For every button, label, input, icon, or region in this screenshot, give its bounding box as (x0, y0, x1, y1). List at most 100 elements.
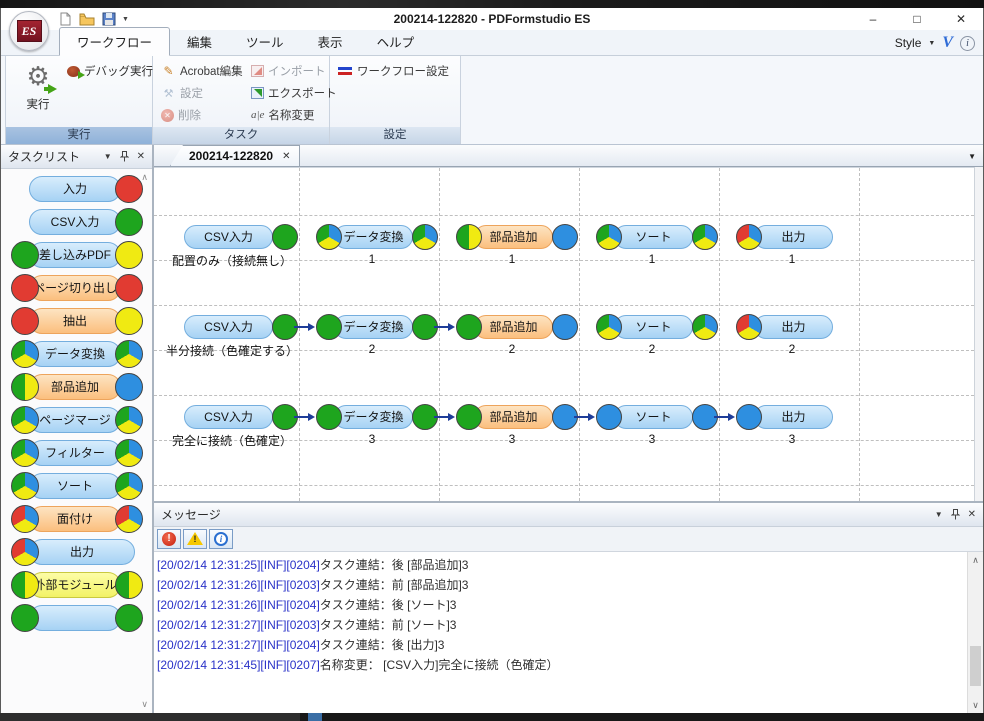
workflow-canvas[interactable]: CSV入力配置のみ（接続無し）データ変換1部品追加1ソート1出力1CSV入力半分… (154, 167, 974, 501)
ribbon-group-task-label: タスク (153, 127, 329, 144)
filter-errors-button[interactable]: ! (157, 529, 181, 549)
tasklist-panel: タスクリスト ▼ ✕ ∧ 入力 CSV入力差し込みPDF ページ切り出し抽出データ変… (1, 145, 154, 713)
style-dropdown-icon[interactable]: ▼ (928, 40, 935, 47)
message-panel: メッセージ ▼ ✕ ! ! i [20/02/14 12:31:25][INF (154, 503, 983, 713)
message-scrollbar[interactable]: ∧ ∨ (967, 552, 983, 713)
scroll-up-icon[interactable]: ∧ (141, 172, 148, 183)
scrollbar-thumb[interactable] (970, 646, 981, 686)
connector-circle (115, 307, 143, 335)
log-message: タスク連結：前 [部品追加]3 (320, 578, 469, 592)
ribbon-tab-1[interactable]: 編集 (170, 28, 229, 55)
connector-circle (115, 373, 143, 401)
workflow-node[interactable]: 出力2 (722, 314, 862, 360)
tasklist-item[interactable]: ページマージ (11, 407, 143, 433)
scroll-down-icon[interactable]: ∨ (141, 699, 148, 710)
tasklist-item[interactable]: 面付け (11, 506, 143, 532)
screen: ES ▼ 200214-122820 - PDFormstudio ES – □… (0, 0, 984, 721)
ribbon-tab-4[interactable]: ヘルプ (360, 28, 432, 55)
scroll-up-icon[interactable]: ∧ (968, 552, 983, 568)
panel-close-icon[interactable]: ✕ (968, 509, 976, 520)
node-sublabel: 2 (688, 342, 896, 356)
ribbon-tab-3[interactable]: 表示 (301, 28, 360, 55)
maximize-button[interactable]: □ (895, 8, 939, 30)
pin-icon[interactable] (120, 151, 129, 162)
rename-icon: a|e (251, 108, 264, 122)
rename-button[interactable]: a|e 名称変更 (251, 107, 331, 123)
log-timestamp: [20/02/14 12:31:26][INF][0203] (157, 578, 320, 592)
tasklist-item[interactable]: データ変換 (11, 341, 143, 367)
panel-dropdown-icon[interactable]: ▼ (104, 152, 112, 161)
minimize-button[interactable]: – (851, 8, 895, 30)
pin-icon[interactable] (951, 509, 960, 520)
tasklist-item[interactable] (11, 605, 143, 631)
export-button[interactable]: エクスポート (251, 85, 331, 101)
tasklist-item[interactable]: CSV入力 (11, 209, 143, 235)
workflow-node[interactable]: 出力1 (722, 224, 862, 270)
tab-close-icon[interactable]: ✕ (282, 151, 290, 162)
ribbon-group-run: ⚙ 実行 デバッグ実行 実行 (5, 56, 153, 144)
connector-arrow (574, 416, 593, 418)
tasklist-item[interactable]: 入力 (11, 176, 143, 202)
import-icon (251, 65, 264, 77)
ribbon: ⚙ 実行 デバッグ実行 実行 ✎ Acrobat編集 (1, 56, 983, 145)
delete-button[interactable]: ✕ 削除 (161, 107, 251, 123)
import-button[interactable]: インポート (251, 63, 331, 79)
ribbon-tab-2[interactable]: ツール (229, 28, 301, 55)
connector-circle (11, 472, 39, 500)
acrobat-edit-button[interactable]: ✎ Acrobat編集 (161, 63, 251, 79)
scroll-down-icon[interactable]: ∨ (968, 697, 983, 713)
canvas-right-edge (974, 167, 983, 501)
tasklist-item[interactable]: ソート (11, 473, 143, 499)
connector-circle (11, 406, 39, 434)
panel-dropdown-icon[interactable]: ▼ (935, 510, 943, 519)
tasklist-item[interactable]: 外部モジュール (11, 572, 143, 598)
panel-close-icon[interactable]: ✕ (137, 151, 145, 162)
gear-run-icon: ⚙ (11, 59, 65, 95)
bug-icon (67, 66, 80, 77)
connector-arrow (434, 416, 453, 418)
connector-circle (692, 224, 718, 250)
connector-circle (11, 505, 39, 533)
node-pill: 部品追加 (474, 405, 553, 429)
tasklist-item[interactable]: ページ切り出し (11, 275, 143, 301)
ribbon-group-run-label: 実行 (6, 127, 152, 144)
document-tab-label: 200214-122820 (189, 149, 273, 163)
workflow-settings-button[interactable]: ワークフロー設定 (338, 63, 460, 79)
node-pill: 出力 (754, 405, 833, 429)
workflow-node[interactable]: 出力3 (722, 404, 862, 450)
connector-circle (115, 241, 143, 269)
settings-button[interactable]: ⚒ 設定 (161, 85, 251, 101)
info-icon[interactable]: i (960, 36, 975, 51)
connector-circle (736, 314, 762, 340)
connector-circle (596, 224, 622, 250)
ribbon-group-task: ✎ Acrobat編集 ⚒ 設定 ✕ 削除 インポート (153, 56, 330, 144)
debug-run-button[interactable]: デバッグ実行 (67, 63, 153, 79)
connector-circle (272, 224, 298, 250)
document-tab[interactable]: 200214-122820 ✕ (170, 145, 300, 166)
ribbon-group-settings-label: 設定 (330, 127, 460, 144)
node-pill: ソート (614, 405, 693, 429)
ribbon-tab-0[interactable]: ワークフロー (59, 27, 170, 56)
tasklist-item[interactable]: 差し込みPDF (11, 242, 143, 268)
connector-circle (11, 538, 39, 566)
app-menu-button[interactable]: ES (9, 11, 49, 51)
style-selector-label[interactable]: Style (895, 36, 922, 50)
tasklist-item[interactable]: フィルター (11, 440, 143, 466)
task-pill: データ変換 (29, 341, 121, 367)
tab-list-dropdown-icon[interactable]: ▼ (968, 152, 976, 161)
connector-circle (115, 208, 143, 236)
ribbon-tabs: ワークフロー編集ツール表示ヘルプ (59, 30, 431, 55)
log-message: タスク連結：後 [ソート]3 (320, 598, 457, 612)
connector-circle (11, 307, 39, 335)
tasklist-item[interactable]: 部品追加 (11, 374, 143, 400)
tasklist-item[interactable]: 抽出 (11, 308, 143, 334)
node-pill: 部品追加 (474, 225, 553, 249)
close-button[interactable]: ✕ (939, 8, 983, 30)
tasklist-title: タスクリスト (8, 148, 104, 165)
run-button[interactable]: ⚙ 実行 (11, 59, 65, 123)
log-entry: [20/02/14 12:31:45][INF][0207]名称変更： [CSV… (157, 655, 967, 675)
filter-warnings-button[interactable]: ! (183, 529, 207, 549)
connector-circle (596, 314, 622, 340)
tasklist-item[interactable]: 出力 (11, 539, 143, 565)
filter-info-button[interactable]: i (209, 529, 233, 549)
